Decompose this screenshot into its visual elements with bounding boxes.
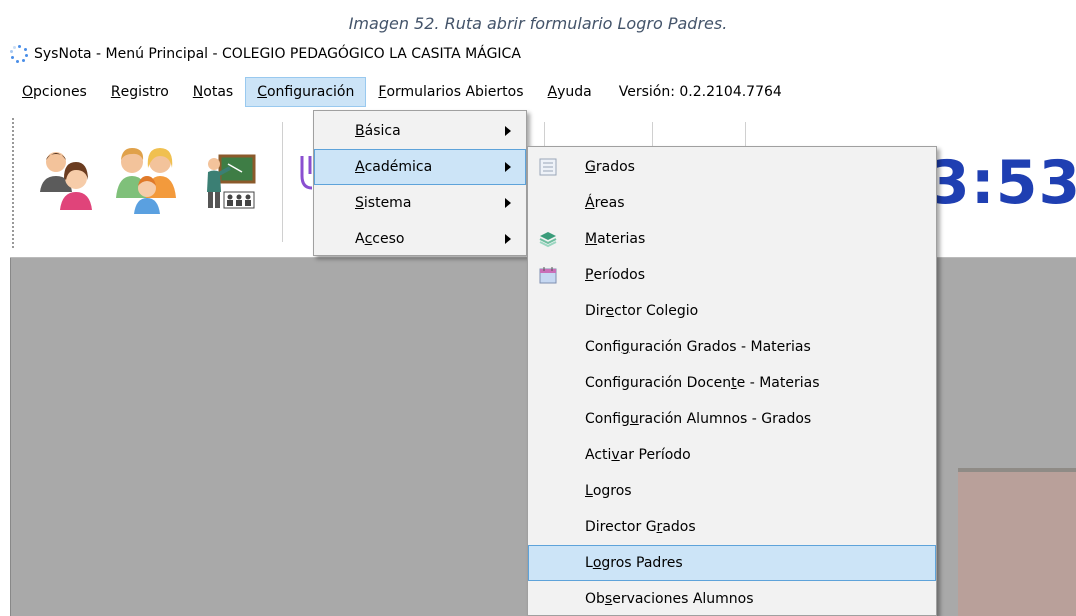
menu-item-config-docente-materias[interactable]: Configuración Docen t e - Materias [528, 365, 936, 401]
toolbar-grip[interactable] [12, 118, 15, 248]
menu-item-areas[interactable]: Áreas [528, 185, 936, 221]
calendar-icon [539, 267, 557, 284]
menu-item-observaciones-alumnos[interactable]: Ob s ervaciones Alumnos [528, 581, 936, 616]
menu-formularios-abiertos[interactable]: Formularios Abiertos [366, 77, 535, 107]
menu-item-acceso[interactable]: Ac ceso [314, 221, 526, 257]
window-titlebar: SysNota - Menú Principal - COLEGIO PEDAG… [10, 42, 521, 66]
menu-notas[interactable]: Notas [181, 77, 245, 107]
menu-item-logros[interactable]: Logros [528, 473, 936, 509]
background-shape [958, 468, 1076, 616]
menu-item-periodos[interactable]: Períodos [528, 257, 936, 293]
menu-item-basica[interactable]: Básica [314, 113, 526, 149]
grid-list-icon [539, 158, 557, 176]
menu-item-config-alumnos-grados[interactable]: Config u ración Alumnos - Grados [528, 401, 936, 437]
menu-item-config-grados-materias[interactable]: Confi g uración Grados - Materias [528, 329, 936, 365]
parents-icon[interactable] [114, 146, 180, 214]
submenu-arrow-icon [505, 162, 511, 172]
menu-item-grados[interactable]: Grados [528, 149, 936, 185]
configuracion-dropdown: Básica Académica Sistema Ac ceso [313, 110, 527, 256]
menu-opciones[interactable]: Opciones [10, 77, 99, 107]
version-label: Versión: 0.2.2104.7764 [618, 84, 782, 100]
menu-item-director-grados[interactable]: Director Gr ados [528, 509, 936, 545]
menu-item-sistema[interactable]: Sistema [314, 185, 526, 221]
submenu-arrow-icon [505, 126, 511, 136]
academica-submenu: Grados Áreas Materias Períodos Dir e ctor … [527, 146, 937, 616]
menu-configuracion[interactable]: Configuración [245, 77, 367, 107]
menu-bar: Opciones Registro Notas Configuración Fo… [10, 74, 1076, 110]
menu-registro[interactable]: Registro [99, 77, 181, 107]
clock-display: 3:53 [928, 148, 1076, 218]
toolbar-separator [282, 122, 283, 242]
menu-item-director-colegio[interactable]: Dir e ctor Colegio [528, 293, 936, 329]
menu-item-activar-periodo[interactable]: Acti v ar Período [528, 437, 936, 473]
students-icon[interactable] [36, 148, 94, 212]
menu-item-materias[interactable]: Materias [528, 221, 936, 257]
screenshot-stage: { "caption": "Imagen 52. Ruta abrir form… [0, 0, 1076, 616]
window-title: SysNota - Menú Principal - COLEGIO PEDAG… [34, 46, 521, 62]
app-spinner-icon [10, 45, 28, 63]
figure-caption: Imagen 52. Ruta abrir formulario Logro P… [348, 14, 728, 33]
menu-item-academica[interactable]: Académica [314, 149, 526, 185]
submenu-arrow-icon [505, 198, 511, 208]
layers-icon [539, 232, 557, 248]
teacher-icon[interactable] [202, 152, 256, 210]
menu-ayuda[interactable]: Ayuda [536, 77, 604, 107]
menu-item-logros-padres[interactable]: Lo gros Padres [528, 545, 936, 581]
submenu-arrow-icon [505, 234, 511, 244]
